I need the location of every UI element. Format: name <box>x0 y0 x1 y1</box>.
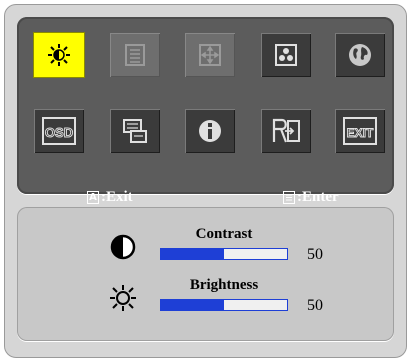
document-icon <box>125 44 145 66</box>
menu-item-color[interactable] <box>261 33 311 77</box>
info-icon <box>199 120 221 142</box>
menu-item-info[interactable] <box>185 109 235 153</box>
brightness-slider[interactable] <box>160 299 288 311</box>
osd-icon-text: OSD <box>45 125 73 140</box>
brightness-label: Brightness <box>189 277 259 293</box>
contrast-value: 50 <box>307 246 323 263</box>
exit-hint-label: :Exit <box>101 189 133 205</box>
brightness-value: 50 <box>307 297 323 314</box>
menu-key-icon <box>283 191 295 204</box>
contrast-slider-fill <box>161 249 224 259</box>
menu-item-reset[interactable] <box>261 109 311 153</box>
enter-hint: :Enter <box>283 189 339 206</box>
contrast-icon <box>108 232 138 262</box>
brightness-slider-fill <box>161 300 224 310</box>
contrast-slider[interactable] <box>160 248 288 260</box>
brightness-sun-icon <box>108 283 138 313</box>
menu-item-osd[interactable]: OSD <box>34 109 84 153</box>
exit-icon: EXIT <box>343 117 377 145</box>
position-icon <box>199 44 221 66</box>
osd-menu: OSD EXIT A:Exit:Enter <box>17 17 394 205</box>
exit-hint: A :Exit <box>87 189 133 206</box>
menu-item-document[interactable] <box>110 33 160 77</box>
auto-key-icon: A <box>87 191 99 204</box>
color-icon <box>275 44 297 66</box>
menu-item-globe[interactable] <box>335 33 385 77</box>
menu-item-exit[interactable]: EXIT <box>335 109 385 153</box>
adjustment-panel: Contrast 50 Brightness 50 <box>17 207 394 341</box>
enter-hint-label: :Enter <box>297 189 339 205</box>
osd-icon: OSD <box>42 117 76 145</box>
exit-icon-text: EXIT <box>347 126 374 140</box>
reset-icon <box>272 118 300 143</box>
input-source-icon <box>123 119 147 143</box>
brightness-icon <box>48 44 70 66</box>
menu-item-brightness[interactable] <box>34 33 84 77</box>
globe-icon <box>349 44 371 66</box>
menu-item-position[interactable] <box>185 33 235 77</box>
menu-item-input-source[interactable] <box>110 109 160 153</box>
contrast-label: Contrast <box>195 226 253 242</box>
